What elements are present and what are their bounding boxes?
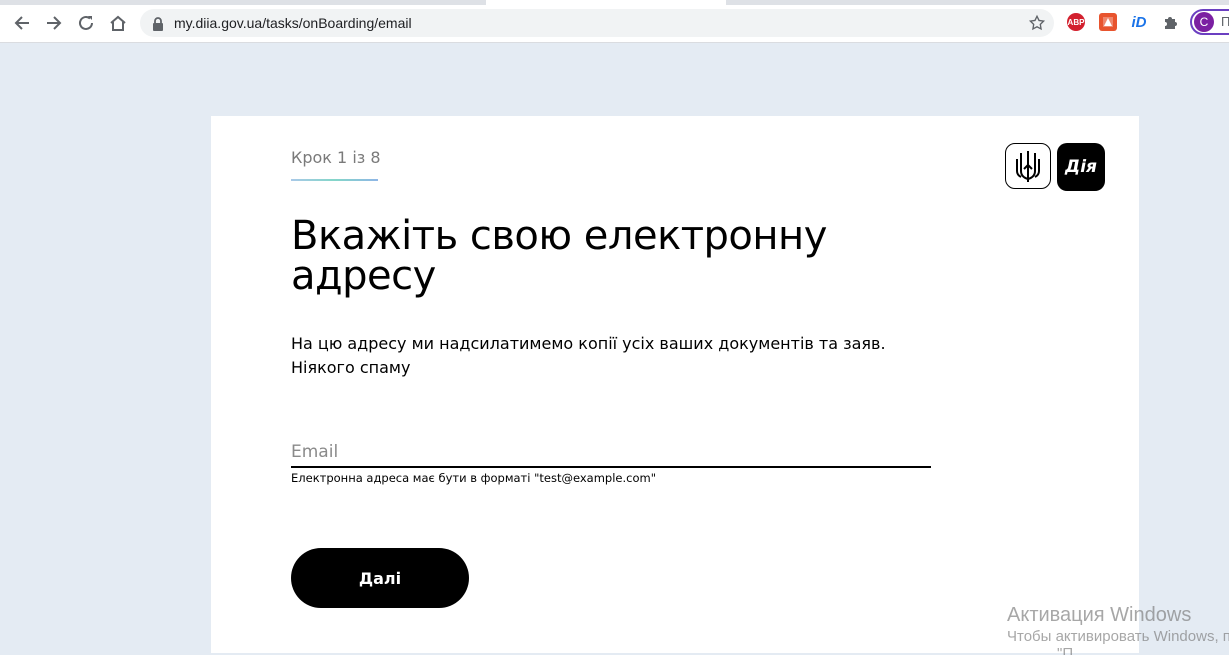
trident-logo-icon (1005, 143, 1051, 189)
windows-activation-watermark: Активация Windows Чтобы активировать Win… (1007, 603, 1229, 655)
next-button[interactable]: Далі (291, 548, 469, 608)
star-icon[interactable] (1028, 14, 1046, 36)
adblock-extension-icon[interactable]: ABP (1067, 13, 1085, 31)
back-icon[interactable] (11, 12, 33, 34)
watermark-text: Чтобы активировать Windows, п (1007, 628, 1229, 645)
address-bar[interactable]: my.diia.gov.ua/tasks/onBoarding/email (140, 9, 1054, 37)
browser-toolbar: my.diia.gov.ua/tasks/onBoarding/email AB… (0, 0, 1229, 43)
profile-name: П (1221, 14, 1229, 29)
reload-icon[interactable] (75, 12, 97, 34)
profile-button[interactable]: C П (1190, 9, 1229, 35)
onboarding-card: Крок 1 із 8 Дія Вкажіть свою електронну … (211, 116, 1139, 653)
home-icon[interactable] (107, 12, 129, 34)
avatar: C (1194, 12, 1214, 32)
email-format-hint: Електронна адреса має бути в форматі "te… (291, 471, 656, 485)
id-extension-icon[interactable]: iD (1130, 13, 1148, 31)
watermark-title: Активация Windows (1007, 604, 1192, 626)
page-subtitle: На цю адресу ми надсилатимемо копії усіх… (291, 334, 886, 377)
url-text[interactable]: my.diia.gov.ua/tasks/onBoarding/email (174, 15, 412, 31)
lock-icon[interactable] (152, 16, 164, 35)
active-tab[interactable] (486, 0, 726, 5)
tab-strip (0, 0, 1229, 5)
page-title: Вкажіть свою електронну адресу (291, 213, 827, 299)
forward-icon[interactable] (43, 12, 65, 34)
extension-icon[interactable] (1099, 13, 1117, 31)
email-field[interactable] (291, 438, 931, 468)
diia-logo: Дія (1057, 143, 1105, 191)
watermark-text-cut: "П (1007, 647, 1229, 655)
step-progress-underline (291, 179, 378, 181)
step-indicator: Крок 1 із 8 (291, 148, 381, 167)
puzzle-icon[interactable] (1162, 13, 1180, 31)
